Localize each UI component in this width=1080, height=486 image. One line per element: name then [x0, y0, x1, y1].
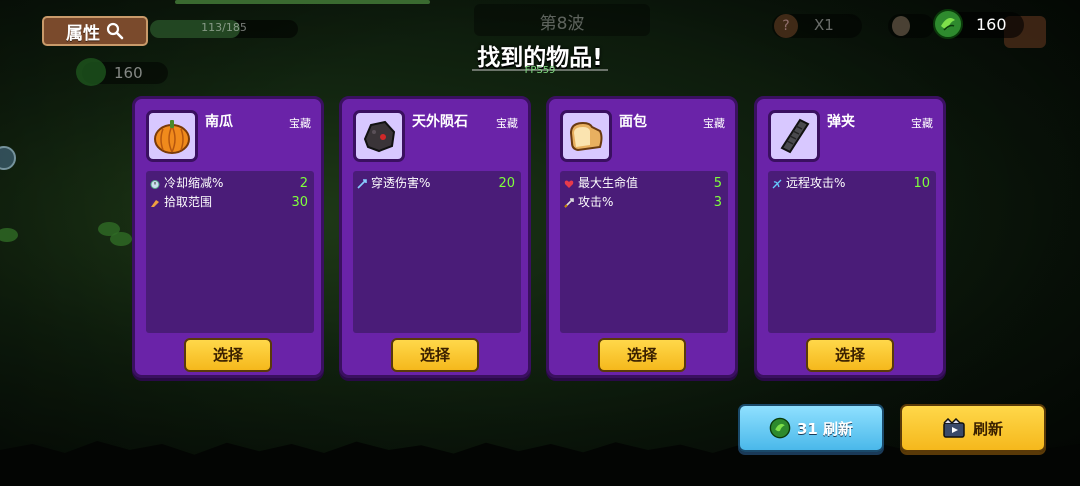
stat-label: 冷却缩减%	[164, 176, 224, 190]
stat-value: 5	[713, 176, 722, 191]
select-button[interactable]: 选择	[806, 338, 894, 372]
stat-row: 拾取范围 30	[146, 193, 314, 212]
refresh-ad-label: 刷新	[972, 419, 1003, 438]
egg-icon	[892, 16, 910, 36]
heart-icon	[564, 180, 574, 188]
item-icon-frame	[768, 110, 820, 162]
wave-progress-line	[175, 0, 430, 4]
meteorite-icon	[363, 120, 396, 153]
stat-label: 远程攻击%	[786, 176, 846, 190]
refresh-paid-label: 31 刷新	[796, 419, 854, 438]
stat-row: 远程攻击% 10	[768, 174, 936, 193]
stat-row: 最大生命值 5	[560, 174, 728, 193]
item-name: 面包	[619, 114, 647, 130]
item-stats-panel: 冷却缩减% 2 拾取范围 30	[146, 171, 314, 333]
bow-icon	[772, 179, 782, 189]
health-text: 113/185	[201, 21, 247, 34]
currency-value: 160	[976, 15, 1007, 34]
small-currency-counter: 160	[76, 58, 168, 86]
stat-row: 攻击% 3	[560, 193, 728, 212]
item-stats-panel: 最大生命值 5 攻击% 3	[560, 171, 728, 333]
item-stats-panel: 远程攻击% 10	[768, 171, 936, 333]
refresh-ad-button[interactable]: 刷新	[900, 404, 1046, 452]
cooldown-icon	[150, 180, 160, 189]
stat-label: 拾取范围	[164, 195, 213, 209]
select-button[interactable]: 选择	[184, 338, 272, 372]
bush-decoration	[110, 232, 132, 246]
stat-row: 穿透伤害% 20	[353, 174, 521, 193]
item-name: 南瓜	[205, 114, 233, 130]
fps-counter: FPS59	[524, 65, 556, 76]
sword-icon	[564, 198, 574, 208]
select-button[interactable]: 选择	[598, 338, 686, 372]
item-card-pumpkin: 南瓜 宝藏 冷却缩减% 2 拾取范围 30 选择	[132, 96, 324, 378]
pierce-icon	[357, 179, 367, 189]
attributes-button[interactable]: 属性	[42, 16, 148, 46]
hint-counter[interactable]: ? X1	[772, 14, 862, 38]
search-icon	[106, 22, 124, 40]
refresh-paid-button[interactable]: 31 刷新	[738, 404, 884, 452]
magazine-icon	[780, 118, 810, 154]
hint-count: X1	[814, 16, 834, 34]
item-card-magazine: 弹夹 宝藏 远程攻击% 10 选择	[754, 96, 946, 378]
item-rarity: 宝藏	[911, 117, 933, 130]
health-bar: 113/185	[150, 20, 298, 38]
pickup-icon	[151, 200, 159, 207]
bread-icon	[569, 121, 603, 152]
leaf-icon	[933, 9, 963, 39]
stat-value: 10	[913, 176, 930, 191]
item-card-meteorite: 天外陨石 宝藏 穿透伤害% 20 选择	[339, 96, 531, 378]
attributes-label: 属性	[66, 23, 100, 44]
video-ad-icon	[943, 418, 965, 438]
item-stats-panel: 穿透伤害% 20	[353, 171, 521, 333]
leaf-icon	[769, 417, 791, 439]
stat-value: 3	[713, 195, 722, 210]
question-icon: ?	[774, 14, 798, 38]
item-name: 天外陨石	[412, 114, 468, 130]
item-rarity: 宝藏	[703, 117, 725, 130]
stat-label: 攻击%	[578, 195, 614, 209]
item-name: 弹夹	[827, 114, 855, 130]
pumpkin-icon	[154, 120, 190, 154]
item-icon-frame	[146, 110, 198, 162]
item-card-bread: 面包 宝藏 最大生命值 5 攻击% 3 选择	[546, 96, 738, 378]
stat-label: 穿透伤害%	[371, 176, 431, 190]
stat-label: 最大生命值	[578, 176, 639, 190]
item-rarity: 宝藏	[496, 117, 518, 130]
wave-label: 第8波	[474, 4, 650, 36]
stat-value: 20	[498, 176, 515, 191]
select-button[interactable]: 选择	[391, 338, 479, 372]
item-rarity: 宝藏	[289, 117, 311, 130]
stat-value: 2	[299, 176, 308, 191]
stat-value: 30	[291, 195, 308, 210]
leaf-icon	[76, 58, 106, 86]
item-icon-frame	[560, 110, 612, 162]
stat-row: 冷却缩减% 2	[146, 174, 314, 193]
item-icon-frame	[353, 110, 405, 162]
egg-counter	[888, 14, 934, 38]
small-currency-value: 160	[114, 64, 143, 82]
